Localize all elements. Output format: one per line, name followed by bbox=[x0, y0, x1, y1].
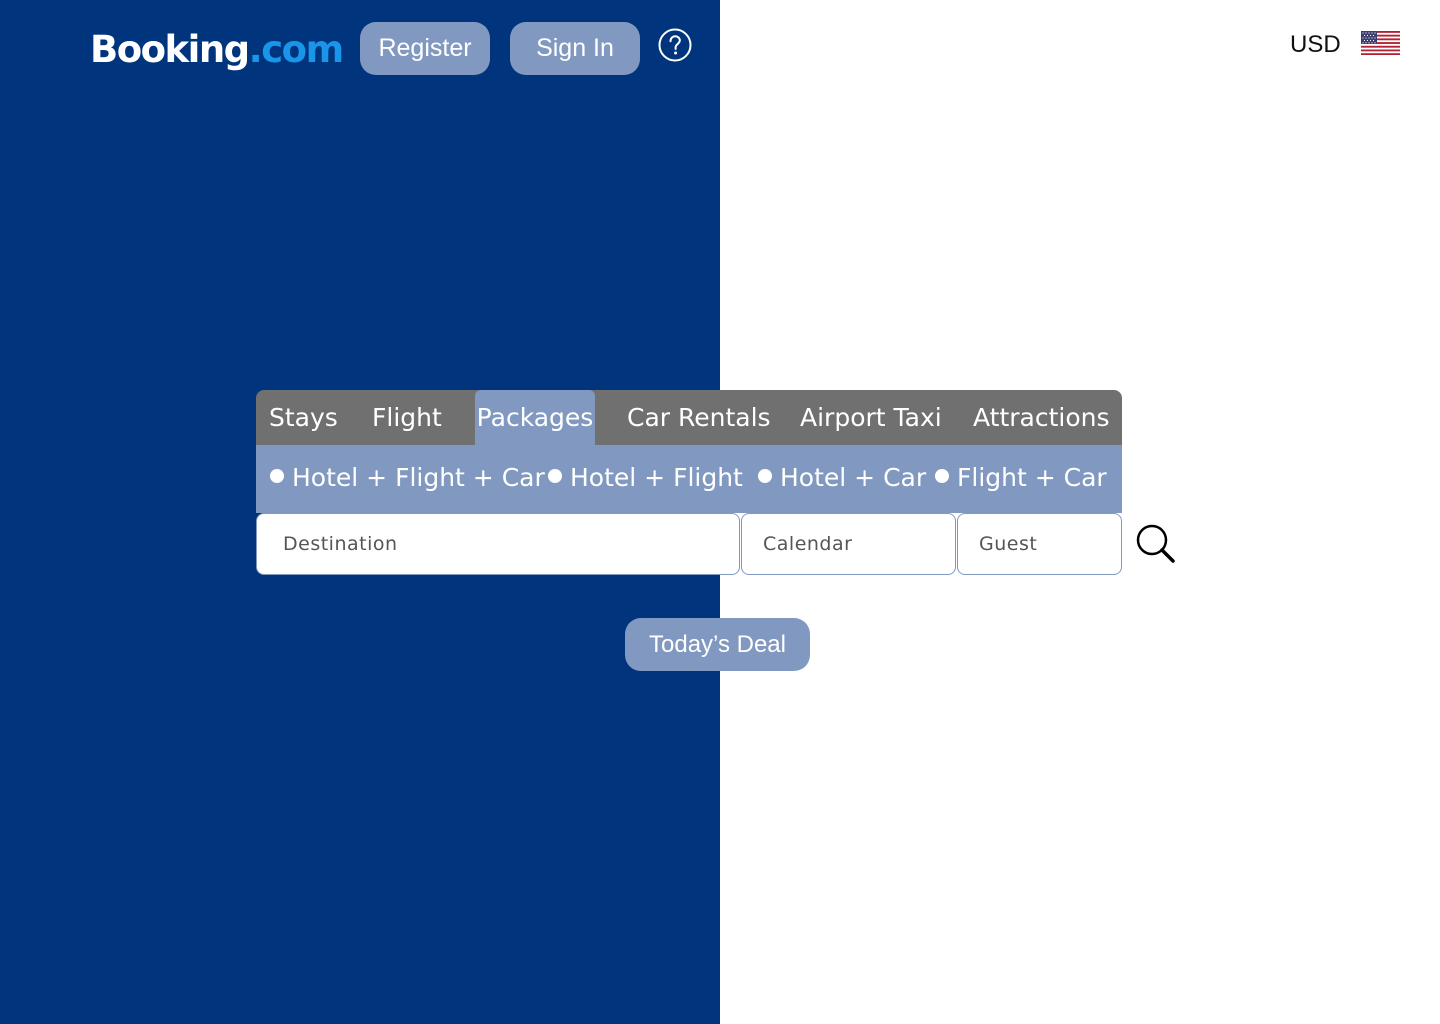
option-hotel-flight[interactable]: Hotel + Flight bbox=[548, 445, 743, 510]
radio-dot-icon bbox=[758, 469, 772, 483]
option-label: Hotel + Flight bbox=[570, 463, 743, 492]
option-hotel-flight-car[interactable]: Hotel + Flight + Car bbox=[270, 445, 545, 510]
tab-attractions[interactable]: Attractions bbox=[973, 390, 1110, 445]
todays-deal-button[interactable]: Today’s Deal bbox=[625, 618, 810, 671]
tab-car-rentals[interactable]: Car Rentals bbox=[627, 390, 771, 445]
search-widget: Stays Flight Packages Car Rentals Airpor… bbox=[256, 390, 1122, 575]
option-hotel-car[interactable]: Hotel + Car bbox=[758, 445, 926, 510]
package-options: Hotel + Flight + Car Hotel + Flight Hote… bbox=[256, 445, 1122, 513]
register-button[interactable]: Register bbox=[360, 22, 490, 75]
radio-dot-icon bbox=[548, 469, 562, 483]
guest-input[interactable] bbox=[957, 513, 1122, 575]
option-label: Hotel + Flight + Car bbox=[292, 463, 545, 492]
radio-dot-icon bbox=[935, 469, 949, 483]
booking-logo[interactable]: Booking.com bbox=[90, 26, 344, 74]
destination-input[interactable] bbox=[256, 513, 740, 575]
category-tabs: Stays Flight Packages Car Rentals Airpor… bbox=[256, 390, 1122, 445]
question-circle-icon[interactable] bbox=[658, 28, 692, 62]
tab-airport-taxi[interactable]: Airport Taxi bbox=[800, 390, 942, 445]
option-label: Hotel + Car bbox=[780, 463, 927, 492]
sign-in-button[interactable]: Sign In bbox=[510, 22, 640, 75]
search-icon[interactable] bbox=[1135, 523, 1177, 565]
radio-dot-icon bbox=[270, 469, 284, 483]
logo-tld-text: .com bbox=[248, 28, 344, 71]
search-inputs bbox=[256, 513, 1122, 575]
tab-flight[interactable]: Flight bbox=[372, 390, 442, 445]
us-flag-icon[interactable] bbox=[1361, 31, 1400, 55]
currency-selector[interactable]: USD bbox=[1290, 28, 1341, 62]
calendar-input[interactable] bbox=[741, 513, 956, 575]
tab-packages[interactable]: Packages bbox=[475, 390, 595, 445]
option-label: Flight + Car bbox=[957, 463, 1107, 492]
tab-stays[interactable]: Stays bbox=[269, 390, 338, 445]
logo-main-text: Booking bbox=[90, 28, 250, 71]
option-flight-car[interactable]: Flight + Car bbox=[935, 445, 1107, 510]
